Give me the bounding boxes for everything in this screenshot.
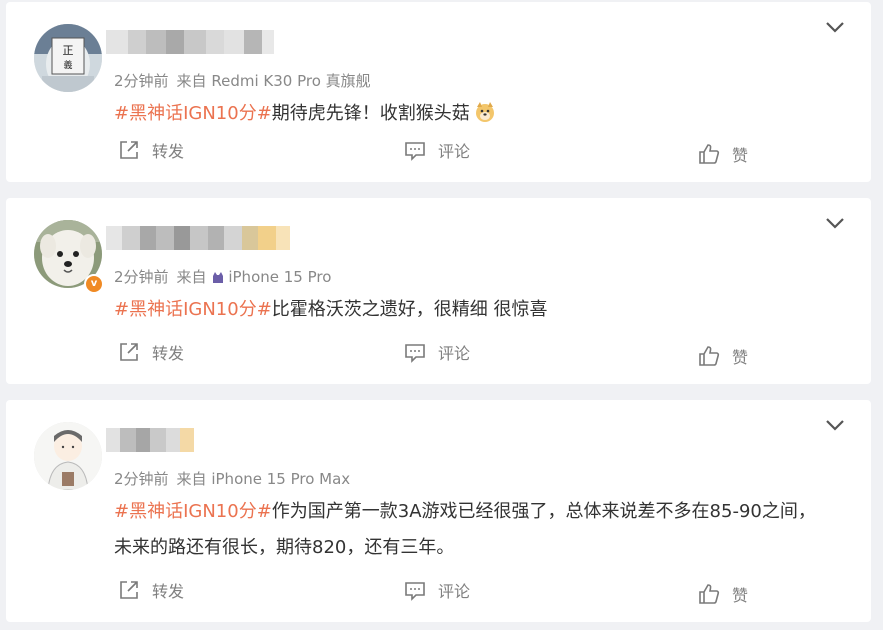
post-text: 作为国产第一款3A游戏已经很强了，总体来说差不多在85-90之间， [271,501,816,522]
comment-button[interactable]: 评论 [404,578,470,602]
repost-icon [120,141,138,159]
username-blurred[interactable] [106,226,290,250]
source-prefix: 来自 [176,268,207,286]
verified-badge: v [84,274,104,294]
thumbs-up-icon [699,584,720,604]
post-text: 比霍格沃茨之遗好，很精细 很惊喜 [271,299,548,320]
post-source[interactable]: iPhone 15 Pro Max [211,470,350,488]
action-bar: 转发 评论 赞 [6,340,871,370]
like-label: 赞 [732,146,749,165]
repost-button[interactable]: 转发 [118,578,184,602]
post-meta: 2分钟前 来自 iPhone 15 Pro [114,266,331,287]
like-label: 赞 [732,586,749,605]
post-source[interactable]: iPhone 15 Pro [228,268,331,286]
post-time[interactable]: 2分钟前 [114,470,169,488]
comment-label: 评论 [438,582,471,601]
doge-emoji-icon [474,100,496,122]
avatar[interactable]: 正 義 [34,24,102,92]
comment-icon [405,344,425,363]
username-blurred[interactable] [106,428,194,452]
repost-label: 转发 [152,344,185,363]
post-content: #黑神话IGN10分#比霍格沃茨之遗好，很精细 很惊喜 [114,292,834,328]
hashtag-link[interactable]: #黑神话IGN10分# [114,299,272,320]
post-time[interactable]: 2分钟前 [114,268,169,286]
like-button[interactable]: 赞 [698,582,748,606]
post-card: 正 義 2分钟前 来自 Redmi K30 Pro 真旗舰 #黑神话IGN10分#… [6,2,871,182]
comment-icon [405,142,425,161]
repost-icon [120,581,138,599]
post-card: 2分钟前 来自 iPhone 15 Pro Max #黑神话IGN10分#作为国产… [6,400,871,622]
avatar[interactable] [34,422,102,490]
chevron-down-icon[interactable] [825,20,845,34]
hashtag-link[interactable]: #黑神话IGN10分# [114,103,272,124]
repost-icon [120,343,138,361]
comment-button[interactable]: 评论 [404,340,470,364]
post-text-line2: 未来的路还有很长，期待820，还有三年。 [114,537,455,558]
post-meta: 2分钟前 来自 iPhone 15 Pro Max [114,468,350,489]
post-content: #黑神话IGN10分#期待虎先锋！收割猴头菇 [114,96,834,132]
post-meta: 2分钟前 来自 Redmi K30 Pro 真旗舰 [114,70,371,91]
comment-label: 评论 [438,344,471,363]
username-blurred[interactable] [106,30,274,54]
thumbs-up-icon [699,346,720,366]
post-source[interactable]: Redmi K30 Pro 真旗舰 [211,72,370,90]
post-text: 期待虎先锋！收割猴头菇 [271,103,470,124]
hashtag-link[interactable]: #黑神话IGN10分# [114,501,272,522]
source-prefix: 来自 [176,470,207,488]
action-bar: 转发 评论 赞 [6,578,871,608]
avatar-text-2: 義 [63,59,72,71]
repost-button[interactable]: 转发 [118,138,184,162]
comment-label: 评论 [438,142,471,161]
cat-icon [213,272,224,283]
repost-button[interactable]: 转发 [118,340,184,364]
action-bar: 转发 评论 赞 [6,138,871,168]
post-time[interactable]: 2分钟前 [114,72,169,90]
comment-button[interactable]: 评论 [404,138,470,162]
like-button[interactable]: 赞 [698,344,748,368]
post-card: v 2分钟前 来自 iPhone 15 Pro #黑神话IGN10分#比霍格沃茨之… [6,198,871,384]
repost-label: 转发 [152,582,185,601]
avatar-text-1: 正 [63,44,74,57]
thumbs-up-icon [699,144,720,164]
like-button[interactable]: 赞 [698,142,748,166]
comment-icon [405,582,425,601]
like-label: 赞 [732,348,749,367]
chevron-down-icon[interactable] [825,418,845,432]
repost-label: 转发 [152,142,185,161]
post-content: #黑神话IGN10分#作为国产第一款3A游戏已经很强了，总体来说差不多在85-9… [114,494,834,566]
chevron-down-icon[interactable] [825,216,845,230]
source-prefix: 来自 [176,72,207,90]
